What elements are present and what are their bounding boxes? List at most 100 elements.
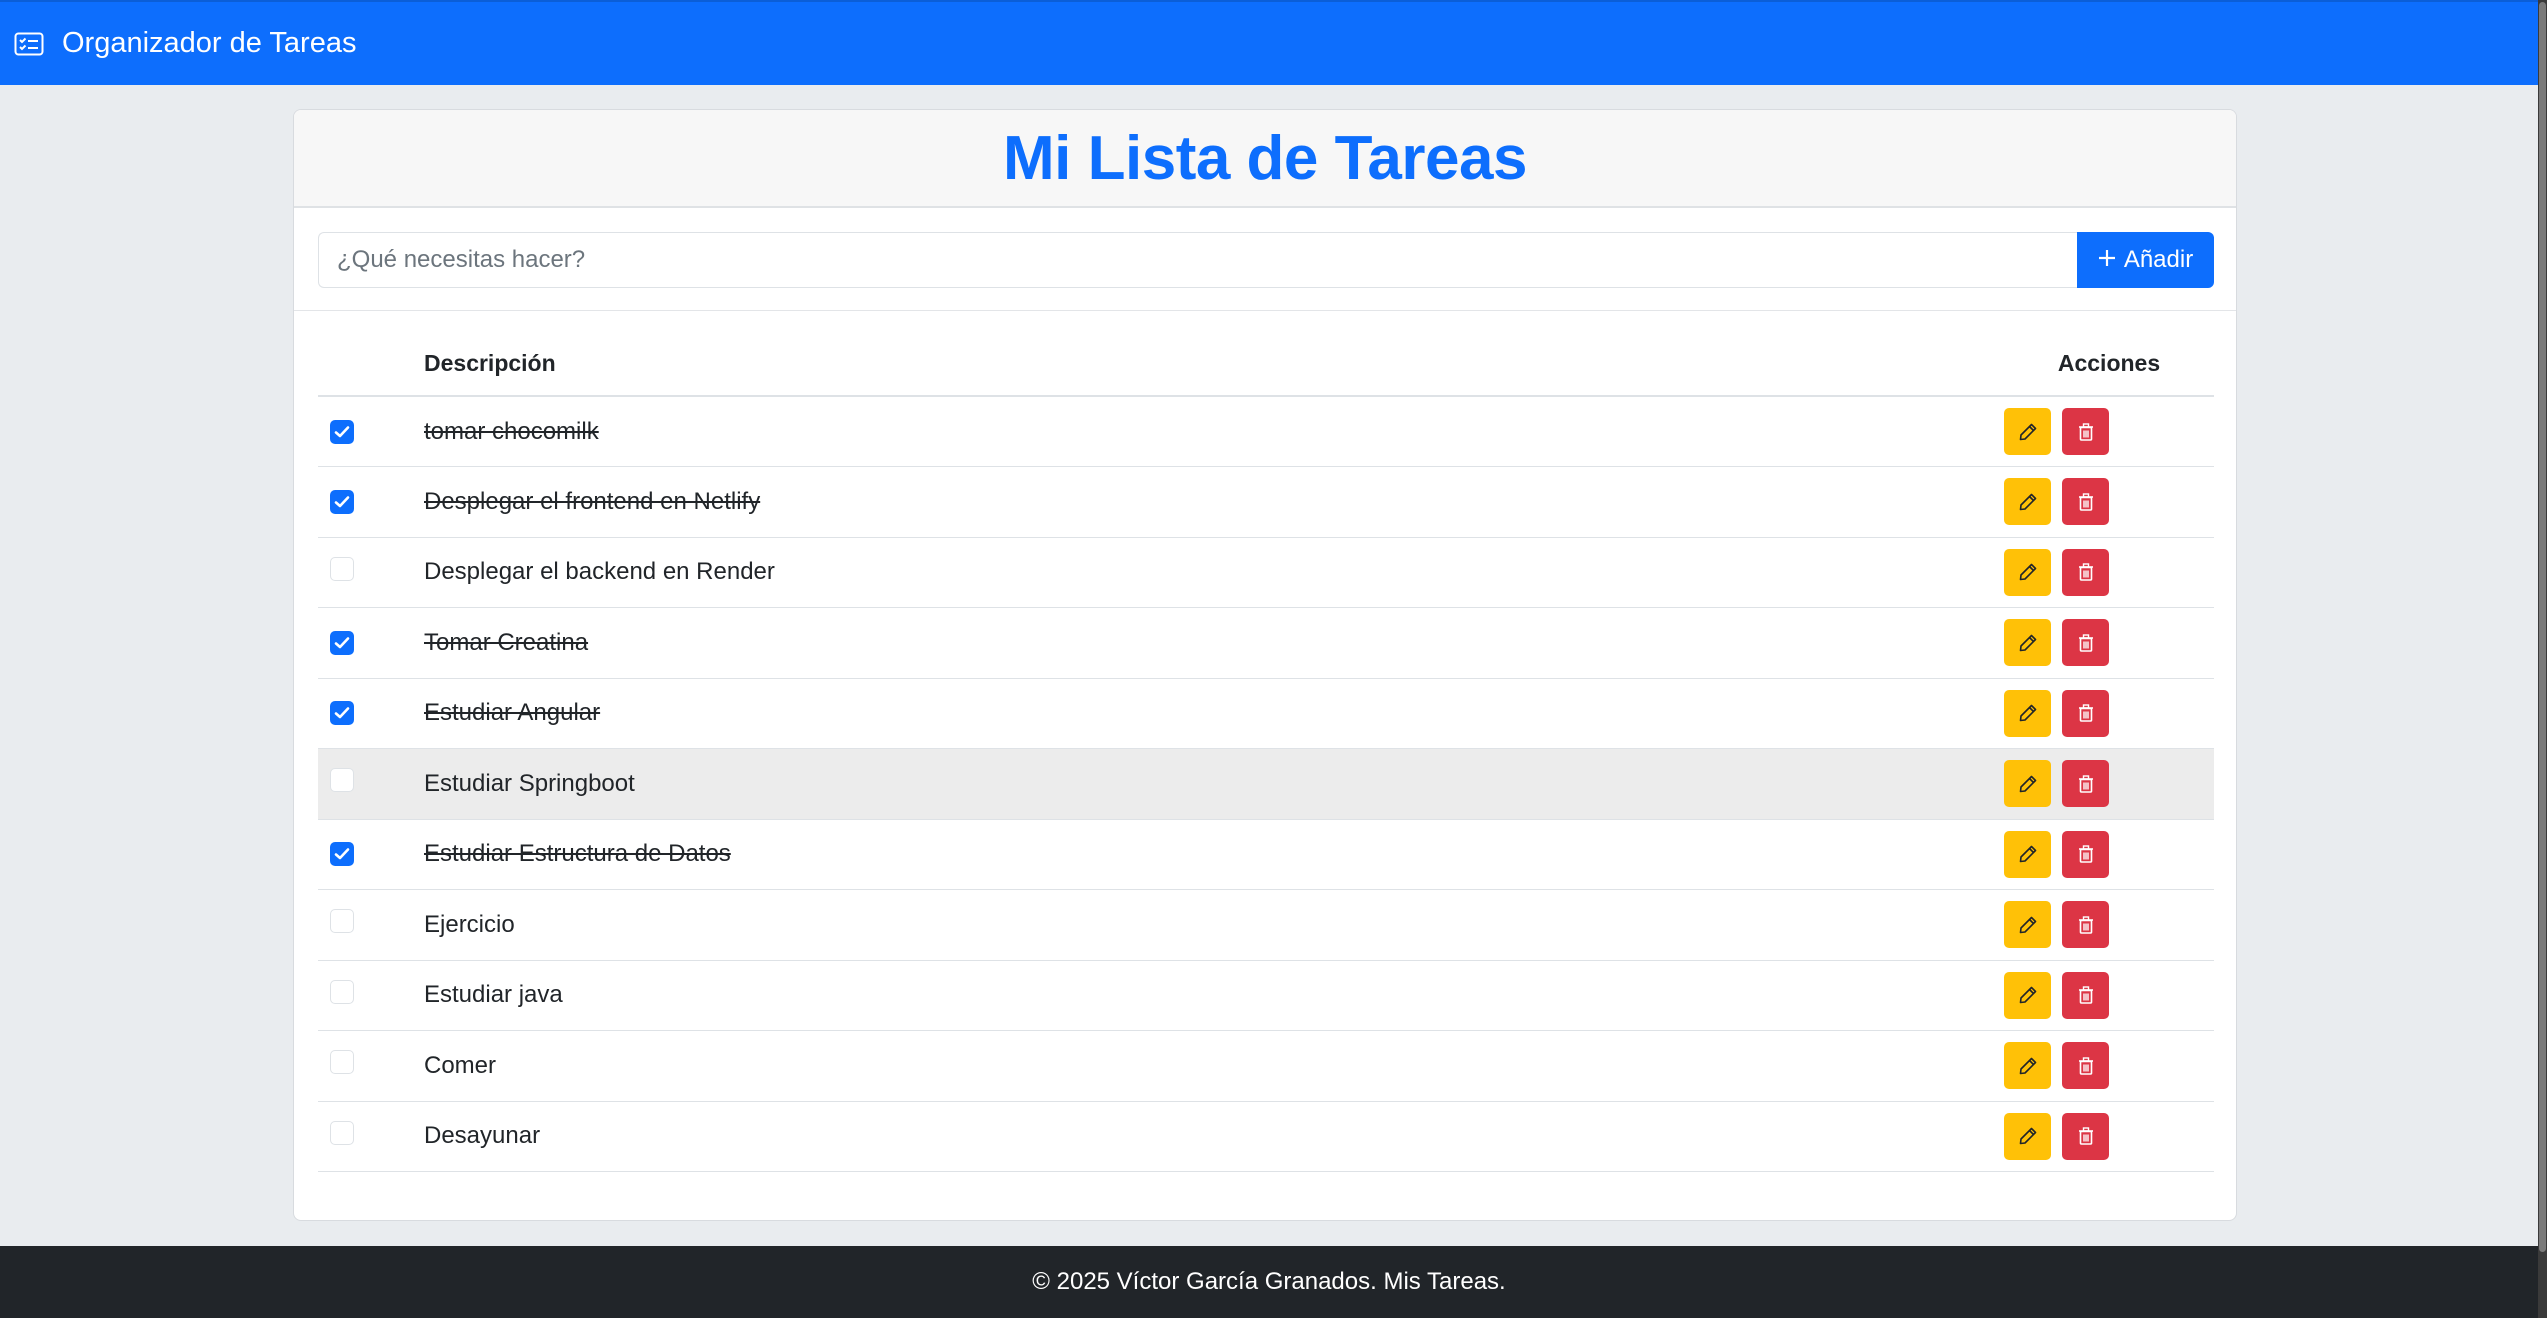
edit-task-button[interactable] bbox=[2004, 971, 2051, 1019]
pencil-icon bbox=[2019, 1057, 2036, 1075]
delete-task-button[interactable] bbox=[2062, 1112, 2109, 1160]
card-checklist-icon bbox=[14, 32, 44, 56]
edit-task-button[interactable] bbox=[2004, 689, 2051, 737]
task-check-cell bbox=[318, 1101, 424, 1172]
trash-icon bbox=[2078, 775, 2093, 793]
task-description: Desplegar el backend en Render bbox=[424, 558, 775, 586]
navbar-brand[interactable]: Organizador de Tareas bbox=[62, 27, 356, 60]
edit-task-button[interactable] bbox=[2004, 830, 2051, 878]
task-actions bbox=[2004, 1031, 2214, 1102]
task-checkbox[interactable] bbox=[330, 630, 354, 655]
task-description: Ejercicio bbox=[424, 910, 515, 938]
task-check-cell bbox=[318, 819, 424, 890]
checkmark-icon bbox=[334, 495, 350, 508]
checkmark-icon bbox=[334, 707, 350, 719]
pencil-icon bbox=[2019, 423, 2036, 440]
task-check-cell bbox=[318, 1031, 424, 1102]
scrollbar-thumb[interactable] bbox=[2539, 2, 2546, 1252]
task-actions bbox=[2004, 1101, 2214, 1172]
header-actions: Acciones bbox=[2004, 331, 2214, 397]
task-actions bbox=[2004, 467, 2214, 538]
table-row: Tomar Creatina bbox=[318, 608, 2214, 679]
scrollbar[interactable] bbox=[2538, 0, 2547, 1318]
task-check-cell bbox=[318, 608, 424, 679]
table-row: Estudiar Angular bbox=[318, 678, 2214, 749]
task-checkbox[interactable] bbox=[330, 909, 354, 934]
task-checkbox[interactable] bbox=[330, 768, 354, 793]
table-row: Desplegar el frontend en Netlify bbox=[318, 467, 2214, 538]
pencil-icon bbox=[2019, 986, 2036, 1004]
task-actions bbox=[2004, 890, 2214, 961]
trash-icon bbox=[2078, 1127, 2093, 1146]
task-description: Comer bbox=[424, 1051, 497, 1079]
delete-task-button[interactable] bbox=[2062, 619, 2109, 667]
delete-task-button[interactable] bbox=[2062, 901, 2109, 949]
task-actions bbox=[2004, 608, 2214, 679]
delete-task-button[interactable] bbox=[2062, 548, 2109, 596]
task-list: tomar chocomilk Desplegar el frontend en … bbox=[318, 396, 2214, 1172]
edit-task-button[interactable] bbox=[2004, 1112, 2051, 1160]
task-description: Desplegar el frontend en Netlify bbox=[424, 487, 761, 515]
trash-icon bbox=[2078, 1057, 2093, 1075]
task-checkbox[interactable] bbox=[330, 1050, 354, 1075]
trash-icon bbox=[2078, 563, 2093, 582]
trash-icon bbox=[2078, 986, 2093, 1005]
pencil-icon bbox=[2019, 916, 2036, 934]
delete-task-button[interactable] bbox=[2062, 971, 2109, 1019]
pencil-icon bbox=[2019, 493, 2036, 511]
edit-task-button[interactable] bbox=[2004, 478, 2051, 526]
pencil-icon bbox=[2019, 775, 2036, 793]
task-check-cell bbox=[318, 960, 424, 1031]
navbar: Organizador de Tareas bbox=[0, 0, 2538, 85]
add-task-button[interactable]: Añadir bbox=[2077, 232, 2214, 288]
footer: © 2025 Víctor García Granados. Mis Tarea… bbox=[0, 1246, 2538, 1318]
edit-task-button[interactable] bbox=[2004, 901, 2051, 949]
delete-task-button[interactable] bbox=[2062, 1042, 2109, 1090]
task-check-cell bbox=[318, 890, 424, 961]
task-checkbox[interactable] bbox=[330, 489, 354, 514]
table-header-row: Descripción Acciones bbox=[318, 331, 2214, 397]
edit-task-button[interactable] bbox=[2004, 408, 2051, 455]
task-checkbox[interactable] bbox=[330, 1120, 354, 1145]
checkmark-icon bbox=[334, 848, 350, 860]
task-checkbox[interactable] bbox=[330, 556, 354, 581]
task-actions bbox=[2004, 819, 2214, 890]
task-description: Estudiar Estructura de Datos bbox=[424, 840, 731, 868]
delete-task-button[interactable] bbox=[2062, 760, 2109, 808]
task-checkbox[interactable] bbox=[330, 419, 354, 444]
plus-icon bbox=[2098, 246, 2116, 274]
table-row: Ejercicio bbox=[318, 890, 2214, 961]
footer-text: © 2025 Víctor García Granados. Mis Tarea… bbox=[1032, 1268, 1506, 1295]
task-checkbox[interactable] bbox=[330, 979, 354, 1004]
task-check-cell bbox=[318, 467, 424, 538]
task-checkbox[interactable] bbox=[330, 842, 354, 867]
table-row: Estudiar java bbox=[318, 960, 2214, 1031]
new-task-input[interactable] bbox=[318, 232, 2077, 288]
task-description: Desayunar bbox=[424, 1122, 541, 1150]
edit-task-button[interactable] bbox=[2004, 760, 2051, 808]
delete-task-button[interactable] bbox=[2062, 689, 2109, 737]
pencil-icon bbox=[2019, 634, 2036, 652]
task-actions bbox=[2004, 749, 2214, 820]
edit-task-button[interactable] bbox=[2004, 1042, 2051, 1090]
task-actions bbox=[2004, 678, 2214, 749]
checkmark-icon bbox=[334, 636, 350, 649]
edit-task-button[interactable] bbox=[2004, 548, 2051, 596]
trash-icon bbox=[2078, 916, 2093, 934]
task-card: Mi Lista de Tareas Añadir Descripción Ac… bbox=[293, 109, 2237, 1221]
task-check-cell bbox=[318, 749, 424, 820]
task-checkbox[interactable] bbox=[330, 701, 354, 726]
task-check-cell bbox=[318, 537, 424, 608]
table-row: Estudiar Estructura de Datos bbox=[318, 819, 2214, 890]
trash-icon bbox=[2078, 634, 2093, 652]
task-check-cell bbox=[318, 678, 424, 749]
trash-icon bbox=[2078, 704, 2093, 723]
table-row: Estudiar Springboot bbox=[318, 748, 2214, 820]
card-header: Mi Lista de Tareas bbox=[294, 110, 2236, 208]
table-row: tomar chocomilk bbox=[318, 396, 2214, 467]
task-description: tomar chocomilk bbox=[424, 417, 599, 445]
delete-task-button[interactable] bbox=[2062, 478, 2109, 526]
edit-task-button[interactable] bbox=[2004, 619, 2051, 667]
delete-task-button[interactable] bbox=[2062, 408, 2109, 455]
delete-task-button[interactable] bbox=[2062, 830, 2109, 878]
